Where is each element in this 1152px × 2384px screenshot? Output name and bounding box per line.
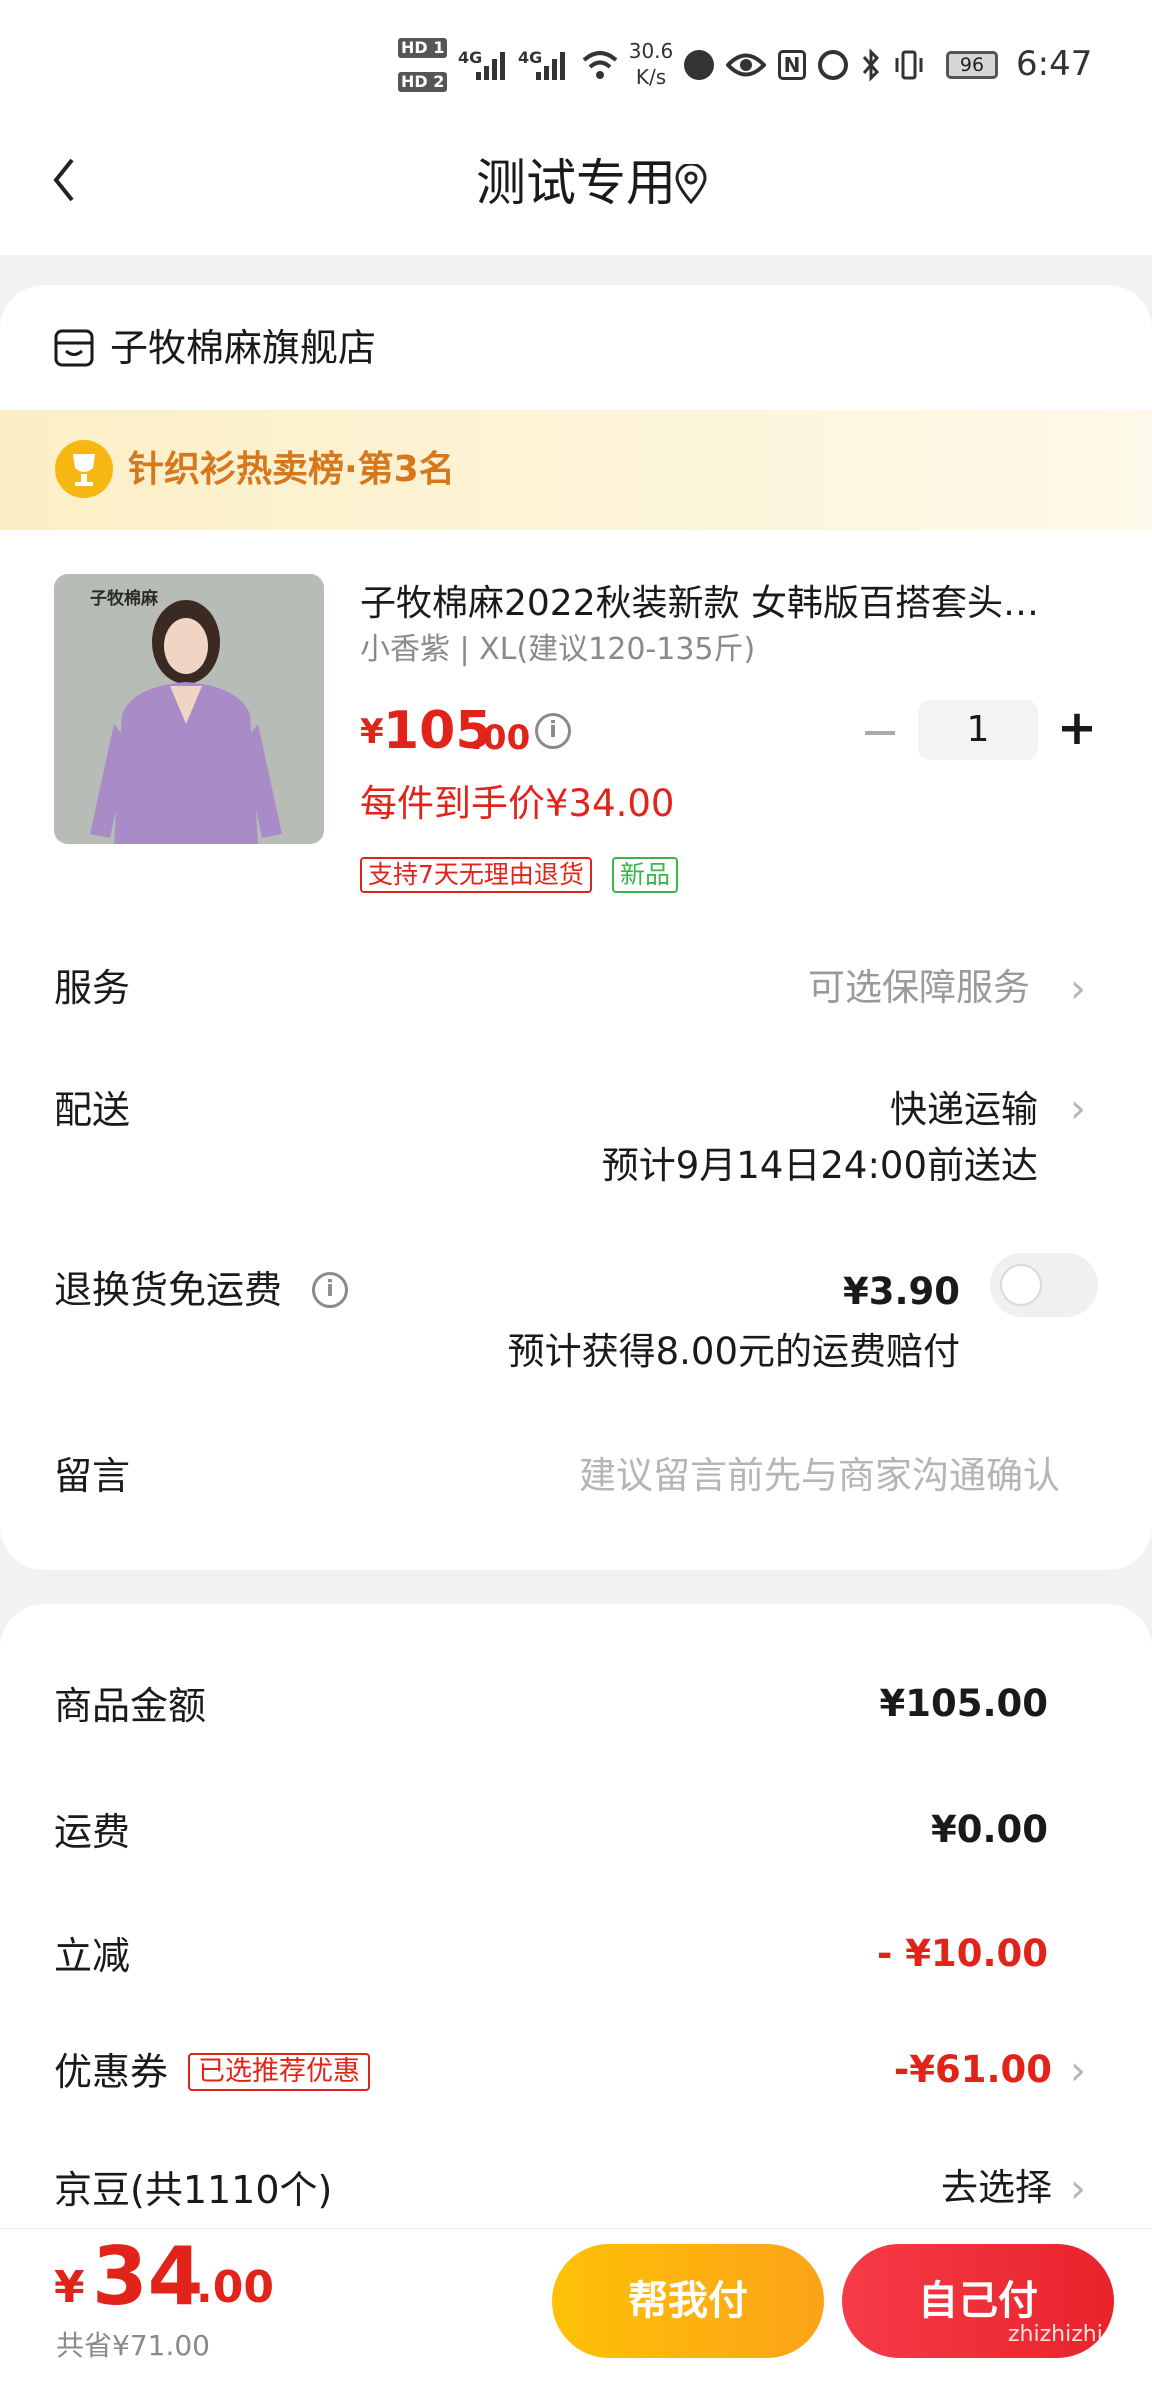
eye-icon bbox=[726, 53, 766, 77]
service-chevron-icon[interactable]: › bbox=[1070, 963, 1086, 1015]
product-image-brand: 子牧棉麻 bbox=[90, 589, 158, 609]
return-policy-tag: 支持7天无理由退货 bbox=[360, 857, 592, 893]
net-speed-value: 30.6 bbox=[628, 39, 674, 63]
shop-name[interactable]: 子牧棉麻旗舰店 bbox=[110, 322, 376, 374]
wifi-icon bbox=[582, 51, 618, 79]
watermark: zhizhizhi.com bbox=[1008, 2322, 1152, 2347]
vibrate-icon bbox=[895, 50, 923, 80]
coupon-value[interactable]: -¥61.00 bbox=[894, 2044, 1052, 2096]
instant-discount-label: 立减 bbox=[54, 1934, 131, 1978]
return-shipping-label: 退换货免运费 bbox=[54, 1268, 283, 1312]
help-me-pay-button[interactable]: 帮我付 bbox=[552, 2244, 824, 2358]
price-decimal: .00 bbox=[470, 718, 531, 758]
total-decimal: .00 bbox=[196, 2262, 274, 2313]
rank-text: 针织衫热卖榜·第3名 bbox=[128, 449, 455, 490]
aperture-icon bbox=[684, 50, 714, 80]
coupon-recommended-tag: 已选推荐优惠 bbox=[188, 2053, 370, 2091]
alarm-icon bbox=[818, 50, 848, 80]
page-title: 测试专用 bbox=[476, 154, 676, 212]
return-shipping-note: 预计获得8.00元的运费赔付 bbox=[507, 1330, 960, 1373]
new-item-tag: 新品 bbox=[612, 857, 679, 893]
shipping-fee-label: 运费 bbox=[54, 1810, 131, 1854]
delivery-chevron-icon[interactable]: › bbox=[1070, 1083, 1086, 1135]
jd-beans-select[interactable]: 去选择 bbox=[941, 2162, 1052, 2214]
return-shipping-price: ¥3.90 bbox=[842, 1270, 960, 1313]
price-symbol: ¥ bbox=[360, 712, 384, 752]
return-shipping-info-icon[interactable]: i bbox=[312, 1272, 348, 1308]
price-info-icon[interactable]: i bbox=[535, 713, 571, 749]
jd-beans-chevron-icon[interactable]: › bbox=[1070, 2163, 1086, 2215]
total-symbol: ¥ bbox=[54, 2262, 85, 2313]
battery-icon: 96 bbox=[946, 51, 998, 79]
service-label: 服务 bbox=[54, 966, 131, 1010]
hd1-badge: HD 1 bbox=[398, 38, 448, 58]
trophy-icon bbox=[55, 440, 113, 498]
clock-time: 6:47 bbox=[1016, 44, 1093, 84]
quantity-decrease-button[interactable]: − bbox=[860, 700, 900, 764]
message-label: 留言 bbox=[54, 1454, 131, 1498]
location-pin-icon[interactable] bbox=[673, 164, 709, 204]
nfc-icon: N bbox=[778, 50, 806, 80]
service-value[interactable]: 可选保障服务 bbox=[808, 962, 1030, 1014]
per-item-price: 每件到手价¥34.00 bbox=[360, 782, 675, 825]
product-title[interactable]: 子牧棉麻2022秋装新款 女韩版百搭套头… bbox=[360, 578, 1090, 630]
product-spec[interactable]: 小香紫 | XL(建议120-135斤) bbox=[360, 628, 755, 672]
coupon-label: 优惠券 bbox=[54, 2050, 169, 2094]
bluetooth-icon bbox=[862, 48, 880, 82]
shipping-fee-value: ¥0.00 bbox=[930, 1808, 1048, 1851]
delivery-label: 配送 bbox=[54, 1088, 131, 1132]
toggle-knob bbox=[1000, 1264, 1042, 1306]
shop-icon bbox=[54, 329, 94, 367]
jd-beans-label: 京豆(共1110个) bbox=[54, 2168, 333, 2212]
goods-amount-value: ¥105.00 bbox=[879, 1682, 1048, 1725]
total-saved: 共省¥71.00 bbox=[56, 2329, 210, 2362]
goods-amount-label: 商品金额 bbox=[54, 1684, 207, 1728]
delivery-method[interactable]: 快递运输 bbox=[890, 1084, 1038, 1136]
hd2-badge: HD 2 bbox=[398, 72, 448, 92]
quantity-increase-button[interactable]: + bbox=[1055, 696, 1099, 760]
message-input[interactable]: 建议留言前先与商家沟通确认 bbox=[579, 1450, 1060, 1502]
quantity-value[interactable]: 1 bbox=[918, 700, 1038, 760]
instant-discount-value: - ¥10.00 bbox=[876, 1932, 1048, 1975]
delivery-eta: 预计9月14日24:00前送达 bbox=[601, 1144, 1038, 1187]
net-speed-unit: K/s bbox=[635, 65, 667, 89]
total-integer: 34 bbox=[92, 2230, 204, 2323]
signal-bars-icon-2 bbox=[536, 52, 565, 80]
product-image[interactable]: 子牧棉麻 bbox=[54, 574, 324, 844]
coupon-chevron-icon[interactable]: › bbox=[1070, 2045, 1086, 2097]
signal-bars-icon bbox=[476, 52, 505, 80]
